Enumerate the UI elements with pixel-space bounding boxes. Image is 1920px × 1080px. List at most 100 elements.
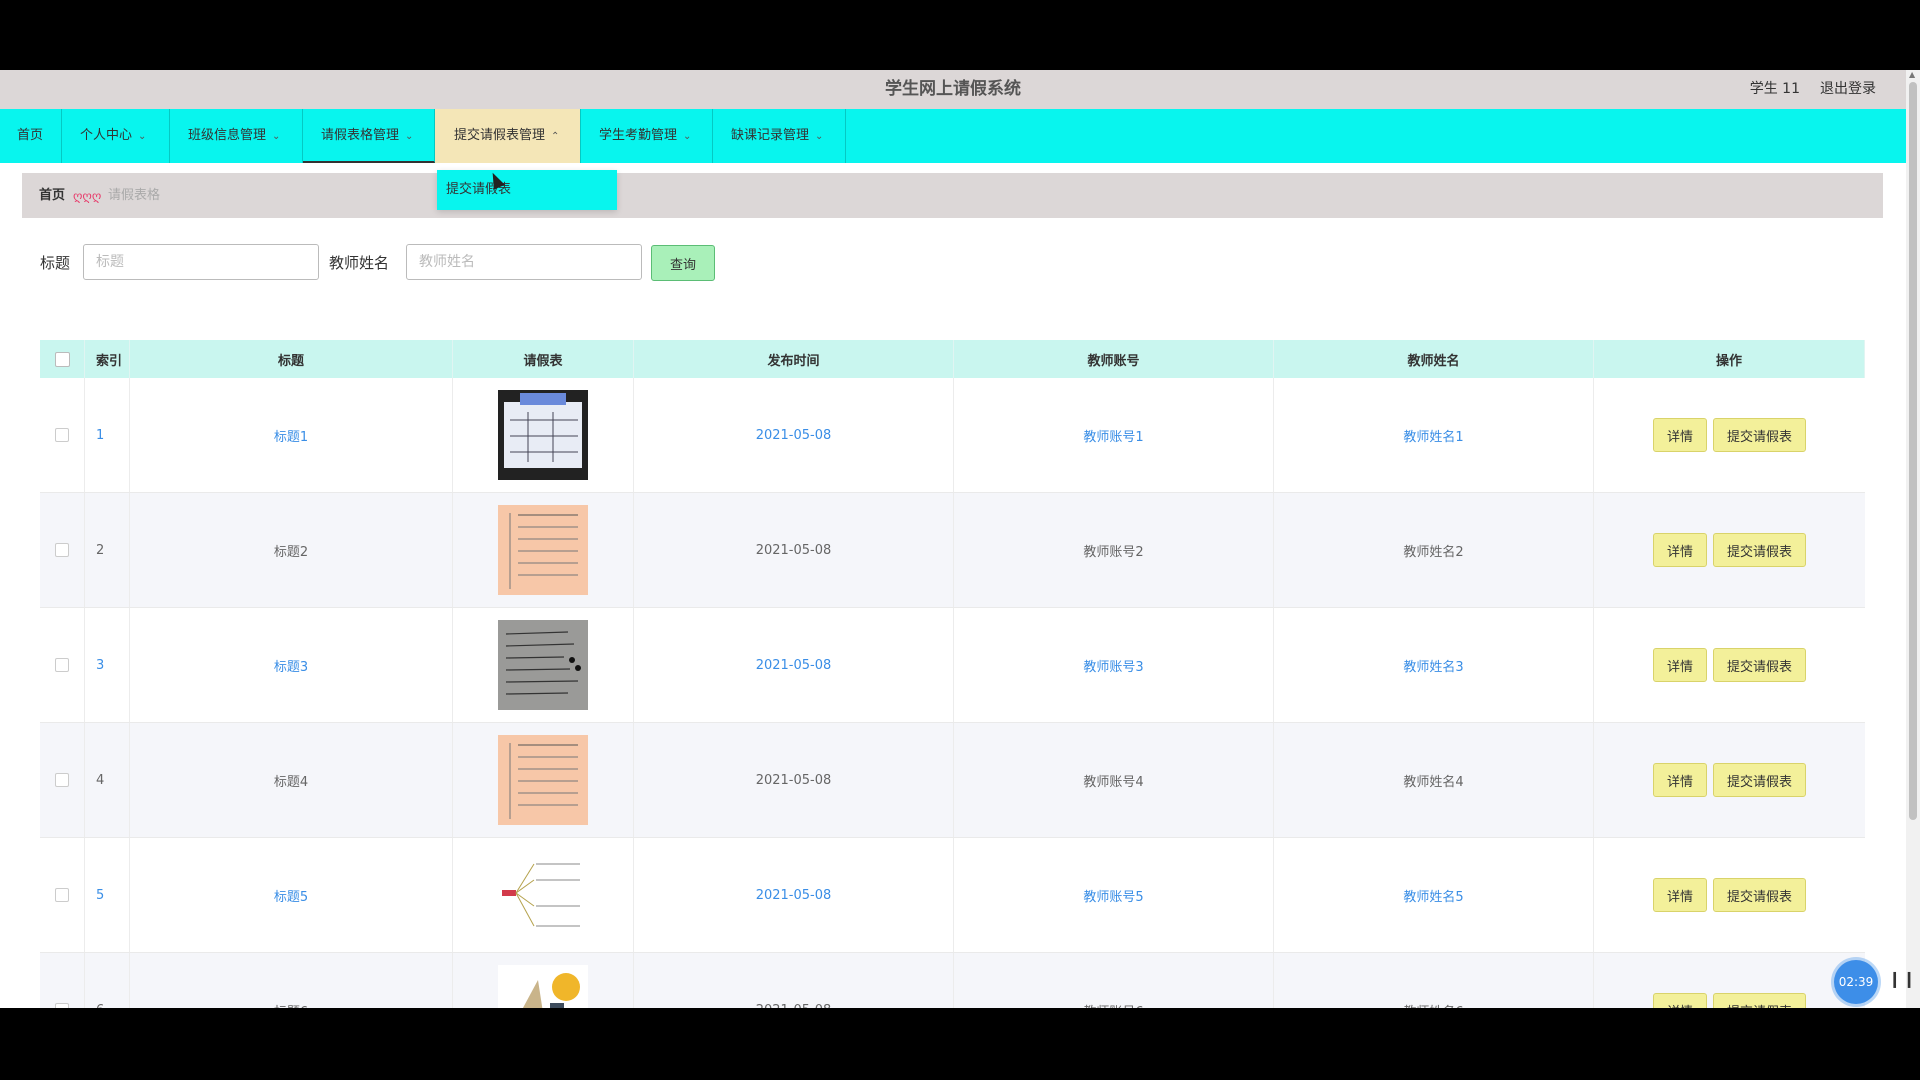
row-title[interactable]: 标题5 [130,838,453,952]
row-image-cell [453,723,634,837]
row-index: 4 [85,723,130,837]
row-index: 1 [85,378,130,492]
row-actions: 详情 提交请假表 [1594,608,1865,722]
column-header-actions: 操作 [1594,340,1865,378]
row-title[interactable]: 标题2 [130,493,453,607]
row-title[interactable]: 标题3 [130,608,453,722]
row-title[interactable]: 标题1 [130,378,453,492]
row-teacher-name: 教师姓名3 [1274,608,1594,722]
scrollbar-thumb[interactable] [1909,82,1917,820]
row-image-cell [453,608,634,722]
chevron-up-icon: ⌃ [551,131,560,142]
row-publish-time: 2021-05-08 [634,378,954,492]
title-search-input[interactable] [83,244,319,280]
submit-leave-button[interactable]: 提交请假表 [1713,533,1807,567]
table-row: 3 标题3 2021-05-08 教师账号3 教师姓名3 详情 提交请假表 [40,608,1865,723]
app-window: 学生网上请假系统 学生 11 退出登录 首页 个人中心 ⌄ 班级信息管理 ⌄ 请假表… [0,70,1920,1008]
row-teacher-account: 教师账号3 [954,608,1274,722]
row-publish-time: 2021-05-08 [634,838,954,952]
column-header-publish-time: 发布时间 [634,340,954,378]
teacher-search-label: 教师姓名 [329,254,390,272]
row-checkbox[interactable] [55,773,69,787]
submit-leave-button[interactable]: 提交请假表 [1713,993,1807,1008]
breadcrumb-current: 请假表格 [108,188,161,203]
leave-form-thumbnail[interactable] [498,850,588,940]
row-checkbox-cell [40,723,85,837]
detail-button[interactable]: 详情 [1652,878,1707,912]
row-title[interactable]: 标题6 [130,953,453,1008]
nav-leave-form[interactable]: 请假表格管理 ⌄ [303,109,435,163]
row-image-cell [453,378,634,492]
submit-leave-button[interactable]: 提交请假表 [1713,418,1807,452]
table-row: 5 标题5 2021-05-08 教师账号5 教师姓名5 详情 提交请假表 [40,838,1865,953]
letterbox-top [0,0,1920,70]
row-publish-time: 2021-05-08 [634,723,954,837]
scroll-up-icon[interactable]: ▲ [1909,70,1915,79]
table-header: 索引 标题 请假表 发布时间 教师账号 教师姓名 操作 [40,340,1865,378]
leave-form-table: 索引 标题 请假表 发布时间 教师账号 教师姓名 操作 1 标题1 2021-0… [40,340,1865,1008]
nav-label: 班级信息管理 [188,128,267,143]
dropdown-item-submit-leave[interactable]: 提交请假表 [437,170,617,210]
row-teacher-account: 教师账号1 [954,378,1274,492]
row-index: 6 [85,953,130,1008]
row-checkbox-cell [40,608,85,722]
breadcrumb: 首页 ღღღ 请假表格 [22,173,1883,218]
pause-icon[interactable]: ❙❙ [1888,969,1917,988]
nav-attendance[interactable]: 学生考勤管理 ⌄ [581,109,713,163]
submit-leave-button[interactable]: 提交请假表 [1713,763,1807,797]
leave-form-thumbnail[interactable] [498,505,588,595]
row-title[interactable]: 标题4 [130,723,453,837]
current-user: 学生 11 [1749,81,1800,97]
breadcrumb-home[interactable]: 首页 [39,173,65,218]
row-index: 2 [85,493,130,607]
nav-absence[interactable]: 缺课记录管理 ⌄ [713,109,846,163]
recording-timer[interactable]: 02:39 [1834,960,1878,1004]
detail-button[interactable]: 详情 [1652,648,1707,682]
leave-form-thumbnail[interactable] [498,620,588,710]
chevron-down-icon: ⌄ [683,131,692,142]
row-image-cell [453,838,634,952]
row-actions: 详情 提交请假表 [1594,838,1865,952]
nav-class-info[interactable]: 班级信息管理 ⌄ [170,109,303,163]
teacher-name-search-input[interactable] [406,244,642,280]
search-button[interactable]: 查询 [651,245,715,281]
submit-leave-button[interactable]: 提交请假表 [1713,878,1807,912]
detail-button[interactable]: 详情 [1652,533,1707,567]
logout-link[interactable]: 退出登录 [1820,70,1876,109]
page-scrollbar[interactable]: ▲ [1906,70,1920,1008]
leave-form-thumbnail[interactable] [498,965,588,1008]
header-checkbox-cell [40,340,85,378]
leave-form-thumbnail[interactable] [498,735,588,825]
table-row: 2 标题2 2021-05-08 教师账号2 教师姓名2 详情 提交请假表 [40,493,1865,608]
column-header-leave-form: 请假表 [453,340,634,378]
leave-form-thumbnail[interactable] [498,390,588,480]
row-image-cell [453,493,634,607]
nav-home[interactable]: 首页 [0,109,62,163]
row-checkbox[interactable] [55,658,69,672]
title-bar: 学生网上请假系统 学生 11 退出登录 [0,70,1906,109]
nav-submit-leave[interactable]: 提交请假表管理 ⌃ [435,109,581,163]
detail-button[interactable]: 详情 [1652,763,1707,797]
row-checkbox-cell [40,953,85,1008]
nav-label: 提交请假表管理 [454,128,546,143]
column-header-title: 标题 [130,340,453,378]
column-header-index: 索引 [85,340,130,378]
row-teacher-account: 教师账号2 [954,493,1274,607]
row-actions: 详情 提交请假表 [1594,723,1865,837]
row-teacher-account: 教师账号6 [954,953,1274,1008]
select-all-checkbox[interactable] [54,351,70,367]
row-index: 3 [85,608,130,722]
breadcrumb-separator: ღღღ [73,189,102,203]
row-checkbox[interactable] [55,428,69,442]
detail-button[interactable]: 详情 [1652,418,1707,452]
row-checkbox-cell [40,493,85,607]
submit-leave-button[interactable]: 提交请假表 [1713,648,1807,682]
column-header-teacher-name: 教师姓名 [1274,340,1594,378]
chevron-down-icon: ⌄ [405,131,414,142]
row-checkbox[interactable] [55,888,69,902]
row-checkbox[interactable] [55,543,69,557]
submit-leave-dropdown: 提交请假表 [437,170,617,210]
nav-personal-center[interactable]: 个人中心 ⌄ [62,109,170,163]
row-actions: 详情 提交请假表 [1594,378,1865,492]
detail-button[interactable]: 详情 [1652,993,1707,1008]
